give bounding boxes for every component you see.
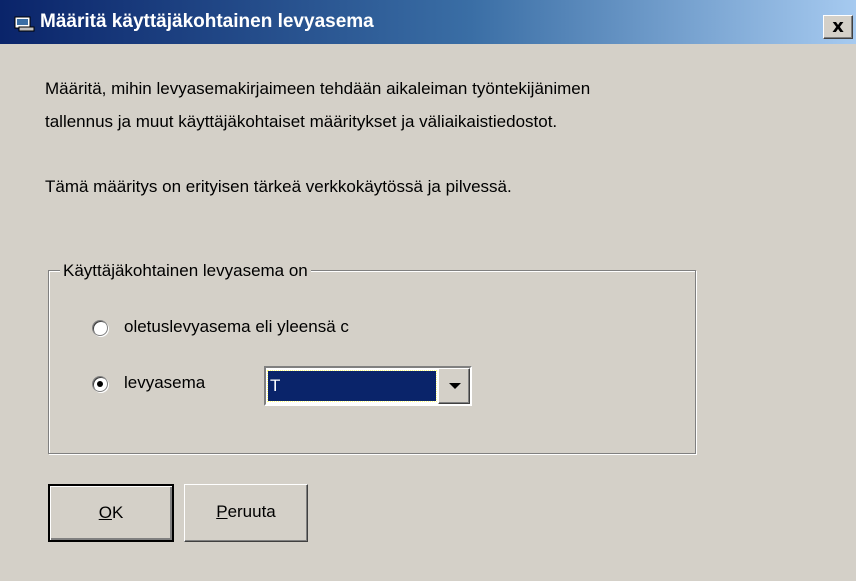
- radio-custom-drive[interactable]: [92, 376, 108, 392]
- radio-selected-dot: [97, 381, 103, 387]
- description-line-2: tallennus ja muut käyttäjäkohtaiset määr…: [45, 112, 558, 131]
- chevron-down-icon: [449, 383, 461, 389]
- drive-letter-value: T: [267, 370, 437, 402]
- app-icon: [14, 14, 36, 32]
- description-line-3: Tämä määritys on erityisen tärkeä verkko…: [45, 177, 512, 196]
- radio-custom-drive-label[interactable]: levyasema: [124, 372, 205, 394]
- cancel-mnemonic: P: [216, 502, 228, 521]
- radio-default-drive-label[interactable]: oletuslevyasema eli yleensä c: [124, 316, 349, 338]
- cancel-label-rest: eruuta: [227, 502, 276, 521]
- ok-label-rest: K: [111, 503, 124, 522]
- groupbox-legend: Käyttäjäkohtainen levyasema on: [60, 261, 311, 281]
- radio-default-drive[interactable]: [92, 320, 108, 336]
- title-bar[interactable]: Määritä käyttäjäkohtainen levyasema x: [0, 0, 856, 44]
- window-title: Määritä käyttäjäkohtainen levyasema: [40, 11, 374, 32]
- drive-groupbox: [48, 270, 696, 454]
- drive-letter-select[interactable]: T: [264, 366, 472, 406]
- ok-mnemonic: O: [98, 503, 112, 522]
- ok-button[interactable]: OK: [48, 484, 174, 542]
- dropdown-button[interactable]: [438, 368, 470, 404]
- close-icon: x: [832, 16, 844, 37]
- close-button[interactable]: x: [823, 15, 853, 39]
- description-line-1: Määritä, mihin levyasemakirjaimeen tehdä…: [45, 79, 591, 98]
- cancel-button[interactable]: Peruuta: [184, 484, 308, 542]
